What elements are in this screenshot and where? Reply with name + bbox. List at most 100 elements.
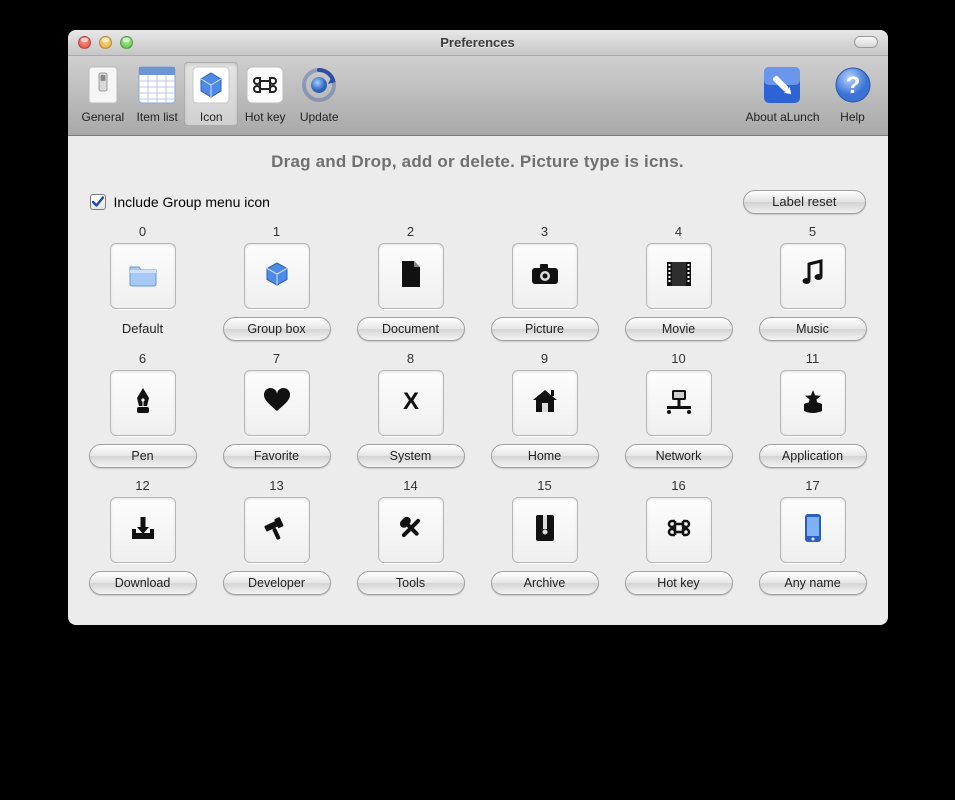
toolbar-toggle-button[interactable] [854,36,878,48]
icon-cell: 0 Default [78,224,208,341]
icon-well[interactable] [646,243,712,309]
icon-cell: 6 Pen [78,351,208,468]
icon-cell: 2 Document [346,224,476,341]
icon-well[interactable] [646,497,712,563]
camera-icon [531,263,559,290]
icon-cell: 16 Hot key [614,478,744,595]
icon-label-button[interactable]: Download [89,571,197,595]
icon-cell: 12 Download [78,478,208,595]
cell-index: 14 [403,478,417,493]
icon-grid: 0 Default 1 Group box 2 Document 3 Pictu… [78,224,878,595]
general-icon [82,64,124,106]
content-pane: Drag and Drop, add or delete. Picture ty… [68,136,888,625]
icon-well[interactable] [512,370,578,436]
icon-well[interactable] [110,243,176,309]
checkbox-box [90,194,106,210]
cell-index: 12 [135,478,149,493]
cell-index: 10 [671,351,685,366]
icon-label-button[interactable]: Group box [223,317,331,341]
icon-well[interactable] [378,243,444,309]
toolbar-item-about[interactable]: About aLunch [739,62,825,126]
phone-icon [804,513,822,548]
zoom-button[interactable] [120,36,133,49]
icon-label-button[interactable]: Document [357,317,465,341]
download-icon [130,515,156,546]
help-icon: ? [832,64,874,106]
icon-well[interactable] [244,497,310,563]
update-icon [298,64,340,106]
home-icon [531,388,559,419]
toolbar-item-label: About aLunch [745,110,819,124]
archive-icon [534,514,556,547]
label-reset-button[interactable]: Label reset [743,190,865,214]
film-icon [666,261,692,292]
icon-well[interactable] [244,370,310,436]
cell-index: 6 [139,351,146,366]
cube-icon [263,260,291,293]
cell-index: 1 [273,224,280,239]
icon-well[interactable] [512,497,578,563]
icon-label-button[interactable]: Network [625,444,733,468]
icon-well[interactable] [512,243,578,309]
icon-label-button[interactable]: Home [491,444,599,468]
toolbar-item-label: Update [300,110,339,124]
icon-label-button[interactable]: Developer [223,571,331,595]
toolbar-item-general[interactable]: General [76,62,131,126]
cell-index: 8 [407,351,414,366]
app-icon [800,388,826,419]
icon-label-button[interactable]: Any name [759,571,867,595]
icon-label-button[interactable]: Music [759,317,867,341]
cell-index: 17 [805,478,819,493]
icon-well[interactable] [110,370,176,436]
system-icon: X [400,388,422,419]
icon-cell: 14 Tools [346,478,476,595]
close-button[interactable] [78,36,91,49]
heart-icon [263,389,291,418]
about-icon [761,64,803,106]
toolbar-item-icon[interactable]: Icon [184,62,238,126]
icon-label-button[interactable]: Tools [357,571,465,595]
icon-icon [190,64,232,106]
toolbar-item-label: Hot key [245,110,286,124]
icon-label-button[interactable]: Favorite [223,444,331,468]
minimize-button[interactable] [99,36,112,49]
icon-well[interactable] [780,243,846,309]
hot-key-icon [244,64,286,106]
icon-well[interactable] [110,497,176,563]
pen-icon [132,387,154,420]
network-icon [665,388,693,419]
titlebar: Preferences [68,30,888,56]
icon-label-button[interactable]: Hot key [625,571,733,595]
music-icon [801,260,825,293]
cell-index: 9 [541,351,548,366]
toolbar-item-update[interactable]: Update [292,62,346,126]
icon-cell: 5 Music [748,224,878,341]
cell-index: 4 [675,224,682,239]
icon-cell: 1 Group box [212,224,342,341]
cell-index: 5 [809,224,816,239]
toolbar-item-item-list[interactable]: Item list [130,62,184,126]
window-controls [68,36,133,49]
icon-label-button[interactable]: Application [759,444,867,468]
icon-well[interactable] [244,243,310,309]
icon-cell: 13 Developer [212,478,342,595]
icon-label-button[interactable]: Pen [89,444,197,468]
toolbar-item-help[interactable]: ? Help [826,62,880,126]
icon-label-button[interactable]: Movie [625,317,733,341]
toolbar-item-label: General [82,110,125,124]
icon-well[interactable] [780,497,846,563]
icon-cell: 7 Favorite [212,351,342,468]
icon-well[interactable]: X [378,370,444,436]
cell-index: 3 [541,224,548,239]
cell-index: 7 [273,351,280,366]
cell-index: 13 [269,478,283,493]
icon-well[interactable] [378,497,444,563]
icon-well[interactable] [780,370,846,436]
toolbar-item-hot-key[interactable]: Hot key [238,62,292,126]
icon-label-button[interactable]: System [357,444,465,468]
icon-well[interactable] [646,370,712,436]
include-group-checkbox[interactable]: Include Group menu icon [90,194,270,210]
icon-label-button[interactable]: Archive [491,571,599,595]
toolbar-item-label: Icon [200,110,223,124]
icon-label-button[interactable]: Picture [491,317,599,341]
